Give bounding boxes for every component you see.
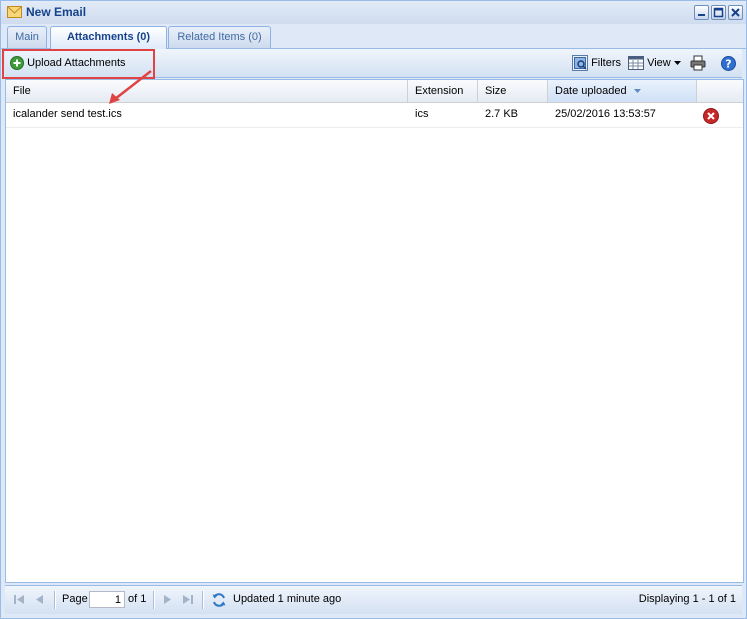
first-page-icon[interactable] [13, 594, 25, 605]
view-dropdown[interactable]: View [628, 54, 681, 72]
help-button[interactable]: ? [721, 54, 736, 72]
email-window: New Email Main Attachments (0) Related I… [0, 0, 747, 619]
refresh-icon[interactable] [211, 592, 227, 608]
pager-separator [54, 591, 56, 609]
minimize-button[interactable] [694, 5, 709, 20]
page-count-label: of 1 [128, 593, 147, 605]
envelope-icon [7, 6, 22, 18]
svg-text:?: ? [725, 57, 731, 70]
attachments-grid: File Extension Size Date uploaded icalan… [5, 79, 744, 583]
annotation-arrow [109, 70, 152, 104]
filters-label: Filters [591, 57, 622, 69]
column-header-date-uploaded[interactable]: Date uploaded [548, 80, 697, 102]
column-header-file[interactable]: File [6, 80, 408, 102]
close-icon [731, 8, 740, 17]
calendar-grid-icon [628, 56, 644, 71]
cell-date-uploaded: 25/02/2016 13:53:57 [555, 108, 656, 120]
print-button[interactable] [690, 54, 706, 72]
printer-icon [690, 55, 706, 71]
tab-main[interactable]: Main [7, 26, 47, 48]
cell-size: 2.7 KB [485, 108, 519, 120]
previous-page-icon[interactable] [35, 594, 45, 605]
column-header-size[interactable]: Size [478, 80, 548, 102]
maximize-icon [713, 7, 724, 18]
pager-separator [153, 591, 155, 609]
tab-related-items[interactable]: Related Items (0) [168, 26, 271, 48]
column-header-extension[interactable]: Extension [408, 80, 478, 102]
page-number-input[interactable] [89, 591, 125, 608]
sort-descending-icon [633, 88, 641, 93]
window-title: New Email [26, 5, 87, 19]
help-icon: ? [721, 55, 736, 71]
cell-file: icalander send test.ics [13, 108, 122, 120]
last-updated-text: Updated 1 minute ago [233, 593, 342, 605]
close-button[interactable] [728, 5, 743, 20]
delete-attachment-button[interactable] [703, 108, 719, 124]
next-page-icon[interactable] [162, 594, 172, 605]
page-label: Page [62, 593, 88, 605]
last-page-icon[interactable] [182, 594, 194, 605]
title-bar[interactable]: New Email [1, 1, 746, 25]
display-count-text: Displaying 1 - 1 of 1 [638, 593, 736, 605]
minimize-icon [698, 14, 705, 16]
tab-strip: Main Attachments (0) Related Items (0) [1, 24, 746, 49]
filter-icon [572, 55, 588, 72]
column-header-actions [697, 80, 743, 102]
chevron-down-icon [673, 60, 681, 65]
cell-extension: ics [415, 108, 429, 120]
view-label: View [647, 57, 671, 69]
pagination-bar: Page of 1 Updated 1 minute ago Displayin… [5, 585, 742, 614]
filters-button[interactable]: Filters [572, 54, 621, 72]
delete-icon [703, 108, 719, 124]
tab-attachments[interactable]: Attachments (0) [50, 26, 167, 49]
column-header-date-label: Date uploaded [555, 85, 627, 97]
pager-separator [202, 591, 204, 609]
maximize-button[interactable] [711, 5, 726, 20]
